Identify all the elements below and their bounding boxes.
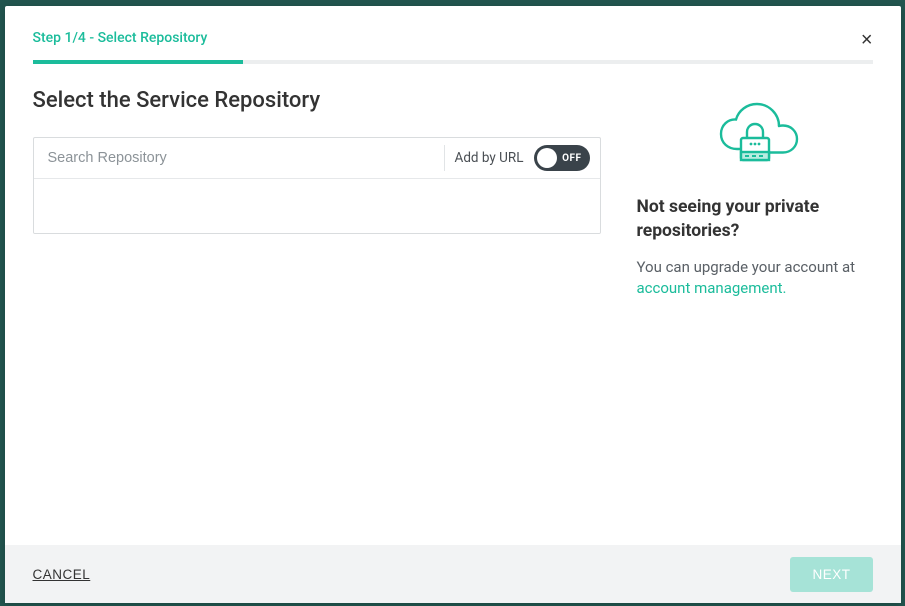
right-column: Not seeing your private repositories? Yo…	[637, 88, 873, 545]
modal-header: × Step 1/4 - Select Repository	[5, 6, 901, 64]
info-body-prefix: You can upgrade your account at	[637, 258, 856, 276]
modal-footer: CANCEL NEXT	[5, 545, 901, 603]
repository-search-container: Add by URL OFF	[33, 137, 601, 234]
cancel-button[interactable]: CANCEL	[33, 567, 91, 582]
toggle-state-text: OFF	[562, 153, 581, 164]
step-label: Step 1/4 - Select Repository	[33, 30, 873, 46]
add-by-url-label: Add by URL	[455, 150, 524, 166]
add-by-url-toggle[interactable]: OFF	[534, 145, 590, 171]
toggle-knob	[537, 148, 557, 168]
cloud-lock-icon	[637, 96, 873, 172]
account-management-link[interactable]: account management.	[637, 279, 787, 297]
modal-dialog: × Step 1/4 - Select Repository Select th…	[5, 6, 901, 603]
divider	[444, 145, 445, 171]
progress-bar-track	[33, 60, 873, 64]
repository-results-list[interactable]	[34, 179, 600, 233]
search-input[interactable]	[48, 146, 434, 170]
page-title: Select the Service Repository	[33, 88, 601, 113]
info-text: You can upgrade your account at account …	[637, 257, 873, 299]
modal-body: Select the Service Repository Add by URL…	[5, 64, 901, 545]
left-column: Select the Service Repository Add by URL…	[33, 88, 601, 545]
next-button[interactable]: NEXT	[790, 557, 872, 592]
search-row: Add by URL OFF	[34, 138, 600, 179]
progress-bar-fill	[33, 60, 243, 64]
close-icon[interactable]: ×	[861, 30, 873, 50]
info-heading: Not seeing your private repositories?	[637, 196, 873, 243]
